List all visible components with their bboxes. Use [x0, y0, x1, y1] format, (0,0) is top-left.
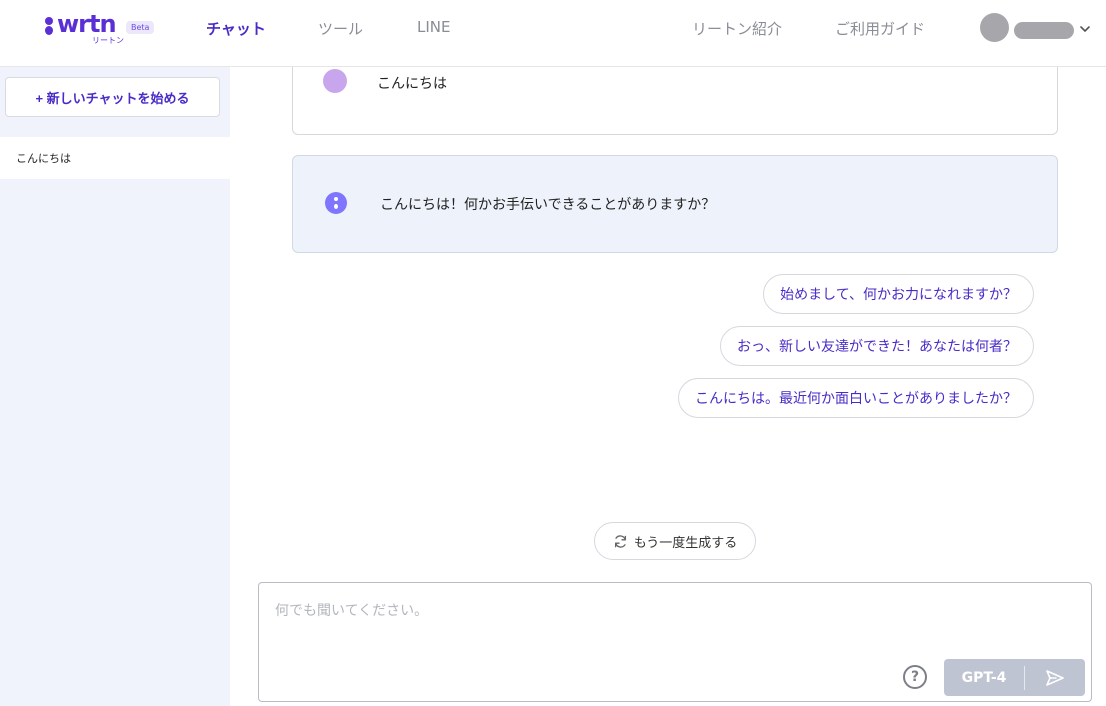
- beta-badge: Beta: [126, 21, 155, 34]
- user-message-text: こんにちは: [377, 76, 447, 92]
- profile-name-redacted[interactable]: [1014, 22, 1074, 39]
- nav-tools[interactable]: ツール: [318, 18, 363, 39]
- message-input[interactable]: [275, 600, 1055, 660]
- nav-about-wrtn[interactable]: リートン紹介: [692, 18, 782, 39]
- refresh-icon: [614, 534, 626, 548]
- top-header: wrtn リートン Beta チャット ツール LINE リートン紹介 ご利用ガ…: [0, 0, 1106, 67]
- suggestion-chip[interactable]: こんにちは。最近何か面白いことがありましたか？: [678, 378, 1034, 418]
- nav-chat[interactable]: チャット: [206, 18, 266, 39]
- wrtn-bot-icon: [325, 192, 347, 214]
- wrtn-logo[interactable]: wrtn リートン Beta: [44, 10, 155, 46]
- suggestion-chip[interactable]: 始めまして、何かお力になれますか？: [763, 274, 1034, 314]
- regenerate-button[interactable]: もう一度生成する: [594, 522, 756, 560]
- assistant-message: こんにちは！何かお手伝いできることがありますか？: [292, 155, 1058, 253]
- message-composer: ? GPT-4: [258, 582, 1092, 702]
- send-controls: GPT-4: [944, 659, 1085, 696]
- logo-subtext: リートン: [92, 36, 124, 45]
- nav-line[interactable]: LINE: [417, 18, 450, 36]
- send-icon: [1046, 669, 1064, 686]
- suggestion-chip[interactable]: おっ、新しい友達ができた！あなたは何者？: [720, 326, 1034, 366]
- send-button[interactable]: [1025, 669, 1085, 687]
- user-avatar-icon: [323, 69, 347, 93]
- model-selector[interactable]: GPT-4: [944, 670, 1024, 686]
- assistant-message-text: こんにちは！何かお手伝いできることがありますか？: [380, 197, 716, 213]
- logo-mark-icon: [44, 15, 54, 37]
- logo-text: wrtn: [57, 10, 117, 38]
- regenerate-label: もう一度生成する: [633, 534, 738, 550]
- help-icon[interactable]: ?: [903, 665, 927, 689]
- profile-avatar[interactable]: [980, 13, 1009, 42]
- sidebar: + 新しいチャットを始める こんにちは: [0, 67, 230, 706]
- chat-history-item[interactable]: こんにちは: [0, 137, 230, 179]
- chevron-down-icon[interactable]: [1078, 22, 1092, 36]
- new-chat-button[interactable]: + 新しいチャットを始める: [5, 77, 220, 117]
- nav-user-guide[interactable]: ご利用ガイド: [835, 18, 925, 39]
